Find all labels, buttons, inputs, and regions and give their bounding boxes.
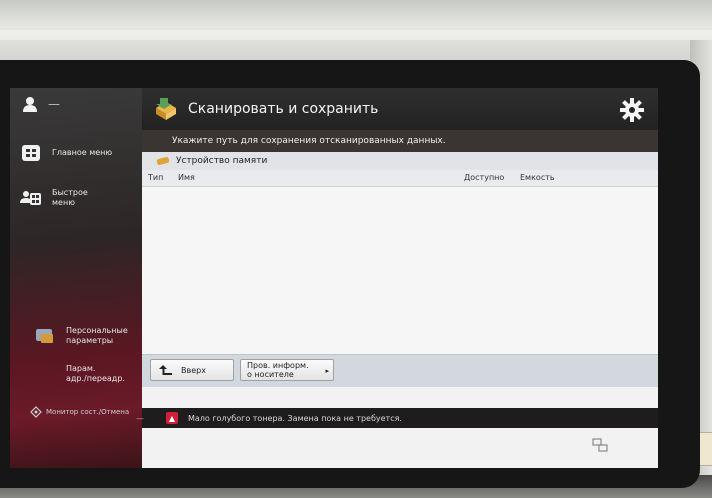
scan-save-icon <box>156 98 176 120</box>
sidebar-item-label: Главное меню <box>52 148 113 157</box>
action-bar: Вверх Пров. информ. о носителе ▸ <box>142 354 658 387</box>
status-monitor-cancel-button[interactable]: Монитор сост./Отмена <box>30 406 129 418</box>
status-dash: — <box>136 413 144 423</box>
sidebar-item-address-settings[interactable]: Парам. адр./переадр. <box>34 364 125 384</box>
sidebar-item-label: Персональные параметры <box>66 326 128 346</box>
quick-menu-icon <box>20 189 42 207</box>
status-bar: — ▲ Мало голубого тонера. Замена пока не… <box>136 408 658 428</box>
bezel-highlight <box>0 30 712 40</box>
sidebar-item-personal-settings[interactable]: Персональные параметры <box>34 326 128 346</box>
status-message: Мало голубого тонера. Замена пока не тре… <box>188 413 402 423</box>
label-line-1: Пров. информ. <box>247 361 309 370</box>
column-header-name[interactable]: Имя <box>178 173 195 182</box>
up-button[interactable]: Вверх <box>150 359 234 381</box>
user-login-area[interactable]: — <box>22 96 60 112</box>
network-icon[interactable] <box>592 438 608 452</box>
up-arrow-icon <box>159 365 172 375</box>
personal-settings-icon <box>34 327 56 345</box>
sidebar-item-label: Парам. адр./переадр. <box>66 364 125 384</box>
memory-device-icon <box>156 156 170 166</box>
location-label: Устройство памяти <box>176 156 268 166</box>
gear-icon[interactable] <box>620 98 644 122</box>
sidebar-item-home[interactable]: Главное меню <box>20 144 112 162</box>
sidebar: — Главное меню Быстрое меню Персональные… <box>10 88 142 468</box>
touch-screen: — Главное меню Быстрое меню Персональные… <box>10 88 658 468</box>
table-header: Тип Имя Доступно Емкость <box>142 170 658 187</box>
column-header-capacity[interactable]: Емкость <box>520 173 555 182</box>
sidebar-item-label: Быстрое меню <box>52 188 88 208</box>
page-title: Сканировать и сохранить <box>188 101 379 117</box>
breadcrumb: Устройство памяти <box>142 152 658 170</box>
address-settings-icon <box>34 365 56 383</box>
column-header-available[interactable]: Доступно <box>464 173 504 182</box>
monitor-label: Монитор сост./Отмена <box>46 408 130 416</box>
label-line-2: меню <box>52 198 75 207</box>
label-line-2: адр./переадр. <box>66 374 125 383</box>
file-list[interactable] <box>142 187 658 377</box>
monitor-icon <box>30 406 42 418</box>
sidebar-item-quick-menu[interactable]: Быстрое меню <box>20 188 88 208</box>
label-line-2: параметры <box>66 336 114 345</box>
chevron-right-icon: ▸ <box>325 367 329 375</box>
label-line-2: о носителе <box>247 370 294 379</box>
user-icon <box>23 97 37 112</box>
up-button-label: Вверх <box>181 365 206 375</box>
label-line-1: Парам. <box>66 364 96 373</box>
label-line-1: Персональные <box>66 326 128 335</box>
column-header-type[interactable]: Тип <box>148 173 163 182</box>
media-info-button[interactable]: Пров. информ. о носителе ▸ <box>240 359 334 381</box>
user-name: — <box>48 97 60 111</box>
instruction-text: Укажите путь для сохранения отсканирован… <box>142 130 658 152</box>
title-bar: Сканировать и сохранить <box>142 88 658 130</box>
home-icon <box>20 144 42 162</box>
media-info-label: Пров. информ. о носителе <box>247 361 309 379</box>
toner-warning-icon: ▲ <box>166 412 178 424</box>
label-line-1: Быстрое <box>52 188 88 197</box>
